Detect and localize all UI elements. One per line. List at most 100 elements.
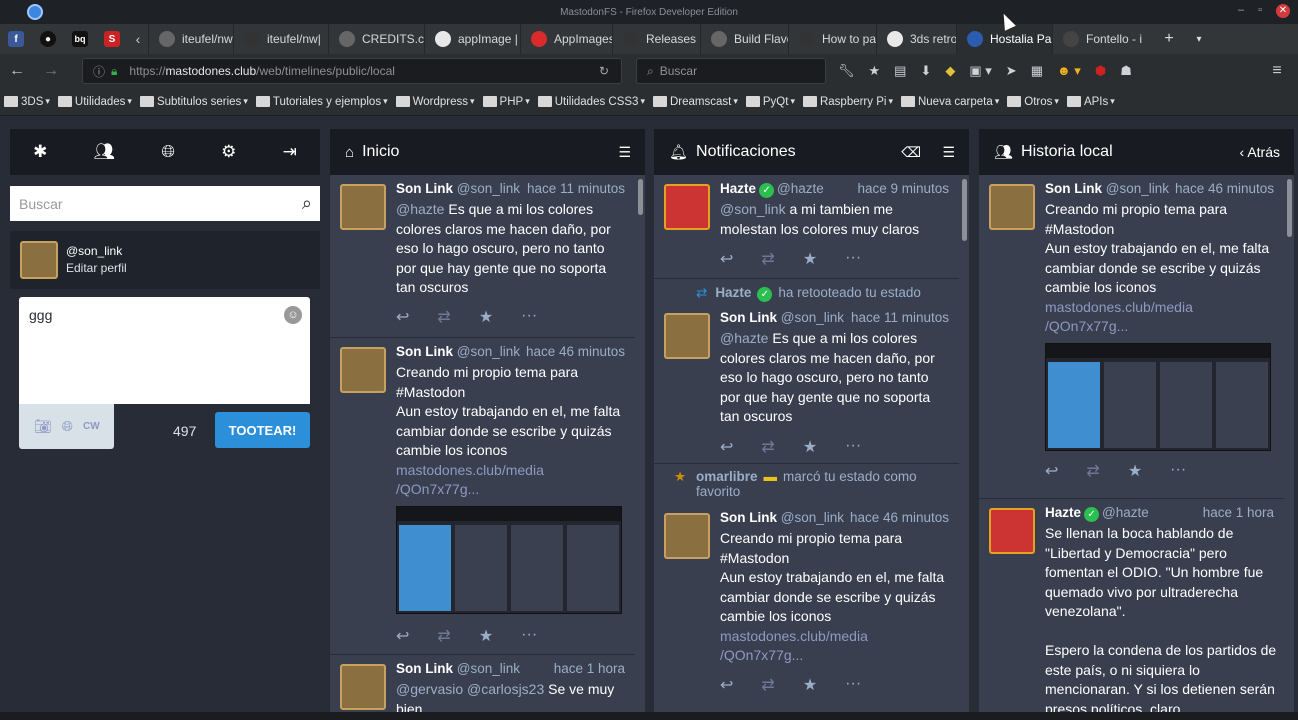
media-link[interactable]: mastodones.club/media /QOn7x77g... xyxy=(720,628,868,664)
status[interactable]: Son Link @son_link hace 46 minutos Creando… xyxy=(330,338,635,655)
reply-icon[interactable]: ↩ xyxy=(720,675,733,695)
info-icon[interactable]: ⓘ xyxy=(93,63,105,80)
more-icon[interactable]: ··· xyxy=(845,249,861,269)
status-time[interactable]: hace 46 minutos xyxy=(850,510,949,525)
avatar[interactable] xyxy=(664,184,710,230)
status-time[interactable]: hace 1 hora xyxy=(1203,505,1274,520)
media-thumbnail[interactable] xyxy=(396,506,622,614)
edit-profile-link[interactable]: Editar perfil xyxy=(66,260,127,277)
more-icon[interactable]: ··· xyxy=(845,437,861,457)
mention-link[interactable]: @hazte xyxy=(720,330,768,346)
status[interactable]: Son Link @son_link hace 46 minutos Creando… xyxy=(654,464,959,720)
toot-button[interactable]: TOOTEAR! xyxy=(215,412,310,448)
screenshot-icon[interactable]: ▦ xyxy=(1031,63,1043,79)
search-bar[interactable]: ⌕ Buscar xyxy=(636,58,826,84)
media-link[interactable]: mastodones.club/media /QOn7x77g... xyxy=(1045,299,1193,335)
browser-tab[interactable]: AppImages xyxy=(520,24,612,54)
browser-tab[interactable]: CREDITS.chrom xyxy=(328,24,424,54)
favourite-icon[interactable]: ★ xyxy=(1128,461,1142,481)
avatar[interactable] xyxy=(20,241,58,279)
library-icon[interactable]: ▤ xyxy=(894,63,906,79)
reply-icon[interactable]: ↩ xyxy=(396,626,409,646)
bookmark-folder[interactable]: PHP ▾ xyxy=(482,96,530,108)
bookmark-folder[interactable]: APIs ▾ xyxy=(1066,96,1115,108)
status-author[interactable]: Son Link @son_link xyxy=(1045,181,1169,196)
favourite-icon[interactable]: ★ xyxy=(803,437,817,457)
back-icon[interactable]: ← xyxy=(0,62,34,80)
media-link[interactable]: mastodones.club/media /QOn7x77g... xyxy=(396,462,544,498)
bookmark-folder[interactable]: Nueva carpeta ▾ xyxy=(900,96,999,108)
eraser-icon[interactable]: ⌫ xyxy=(901,144,921,161)
status-time[interactable]: hace 11 minutos xyxy=(527,181,625,196)
back-button[interactable]: ‹ Atrás xyxy=(1240,144,1280,160)
browser-tab[interactable]: iteufel/nw| xyxy=(233,24,328,54)
status-author[interactable]: Son Link @son_link xyxy=(396,344,520,359)
status[interactable]: Hazte ✓ @hazte hace 1 hora Se llenan la boca… xyxy=(979,499,1284,720)
avatar[interactable] xyxy=(664,313,710,359)
reply-icon[interactable]: ↩ xyxy=(720,437,733,457)
favourite-icon[interactable]: ★ xyxy=(479,626,493,646)
camera-icon[interactable]: 📷︎ xyxy=(34,418,52,435)
bookmark-folder[interactable]: Raspberry Pi ▾ xyxy=(802,96,893,108)
bookmark-folder[interactable]: 3DS ▾ xyxy=(4,96,50,108)
more-icon[interactable]: ··· xyxy=(521,307,537,327)
avatar[interactable] xyxy=(989,184,1035,230)
ublock-icon[interactable]: ⬢ xyxy=(1095,63,1106,79)
mention-link[interactable]: @son_link xyxy=(720,201,786,217)
boost-icon[interactable]: ⇄ xyxy=(761,675,774,695)
mention-link[interactable]: @hazte xyxy=(396,201,444,217)
browser-tab[interactable]: Fontello - i xyxy=(1052,24,1154,54)
boost-icon[interactable]: ⇄ xyxy=(437,307,450,327)
avatar[interactable] xyxy=(340,347,386,393)
status[interactable]: Son Link @son_link hace 1 hora @gervasio @… xyxy=(330,655,635,720)
users-icon[interactable]: 👥︎ xyxy=(94,142,116,162)
boost-icon[interactable]: ⇄ xyxy=(761,437,774,457)
browser-tab[interactable]: iteufel/nw| xyxy=(148,24,233,54)
status-time[interactable]: hace 1 hora xyxy=(554,661,625,676)
reply-icon[interactable]: ↩ xyxy=(1045,461,1058,481)
reply-icon[interactable]: ↩ xyxy=(720,249,733,269)
gear-icon[interactable]: ⚙ xyxy=(221,142,236,162)
boost-icon[interactable]: ⇄ xyxy=(1086,461,1099,481)
reply-icon[interactable]: ↩ xyxy=(396,307,409,327)
status-time[interactable]: hace 11 minutos xyxy=(851,310,949,325)
scrollbar[interactable] xyxy=(635,175,645,720)
bookmark-folder[interactable]: Utilidades CSS3 ▾ xyxy=(537,96,645,108)
mention-link[interactable]: @gervasio @carlosjs23 xyxy=(396,681,544,697)
send-icon[interactable]: ➤ xyxy=(1006,63,1017,79)
status[interactable]: Son Link @son_link hace 11 minutos @hazte … xyxy=(654,279,959,464)
extension-flag-icon[interactable]: ◆ xyxy=(945,63,955,79)
incognito-icon[interactable]: ☗ xyxy=(1120,63,1132,79)
scrollbar[interactable] xyxy=(1284,175,1294,720)
browser-tab[interactable]: 3ds retroar xyxy=(876,24,956,54)
pinned-tab-s[interactable]: S xyxy=(96,24,128,54)
url-bar[interactable]: ⓘ 🔒︎ https://mastodones.club/web/timelin… xyxy=(82,58,622,84)
tabs-list-icon[interactable]: ▾ xyxy=(1184,34,1214,45)
menu-icon[interactable]: ≡ xyxy=(1260,62,1294,80)
reload-icon[interactable]: ↻ xyxy=(599,64,609,78)
favourite-icon[interactable]: ★ xyxy=(803,249,817,269)
boost-icon[interactable]: ⇄ xyxy=(761,249,774,269)
tabs-scroll-left-icon[interactable]: ‹ xyxy=(128,31,148,47)
globe-icon[interactable]: 🌐︎ xyxy=(62,418,73,435)
globe-icon[interactable]: 🌐︎ xyxy=(161,142,175,162)
bookmark-star-icon[interactable]: ★ xyxy=(869,63,881,79)
status-author[interactable]: Hazte ✓ @hazte xyxy=(720,181,824,198)
compose-textarea[interactable]: ggg ☺ xyxy=(19,297,310,404)
bookmark-folder[interactable]: Tutoriales y ejemplos ▾ xyxy=(255,96,388,108)
pinned-tab-bq[interactable]: bq xyxy=(64,24,96,54)
cw-button[interactable]: CW xyxy=(83,421,100,432)
search-icon[interactable]: ⌕ xyxy=(302,193,312,214)
bookmark-folder[interactable]: Subtitulos series ▾ xyxy=(139,96,248,108)
bookmark-folder[interactable]: Wordpress ▾ xyxy=(395,96,475,108)
minimize-icon[interactable]: – xyxy=(1238,4,1244,18)
bookmark-folder[interactable]: Dreamscast ▾ xyxy=(652,96,738,108)
close-icon[interactable]: ✕ xyxy=(1276,4,1290,18)
account-handle[interactable]: @son_link xyxy=(66,243,127,260)
status-author[interactable]: Son Link @son_link xyxy=(720,310,844,325)
browser-tab[interactable]: How to pac xyxy=(788,24,876,54)
avatar[interactable] xyxy=(340,664,386,710)
logout-icon[interactable]: ⇥ xyxy=(283,142,297,162)
maximize-icon[interactable]: ▫ xyxy=(1258,4,1262,18)
status[interactable]: Son Link @son_link hace 46 minutos Creando… xyxy=(979,175,1284,499)
